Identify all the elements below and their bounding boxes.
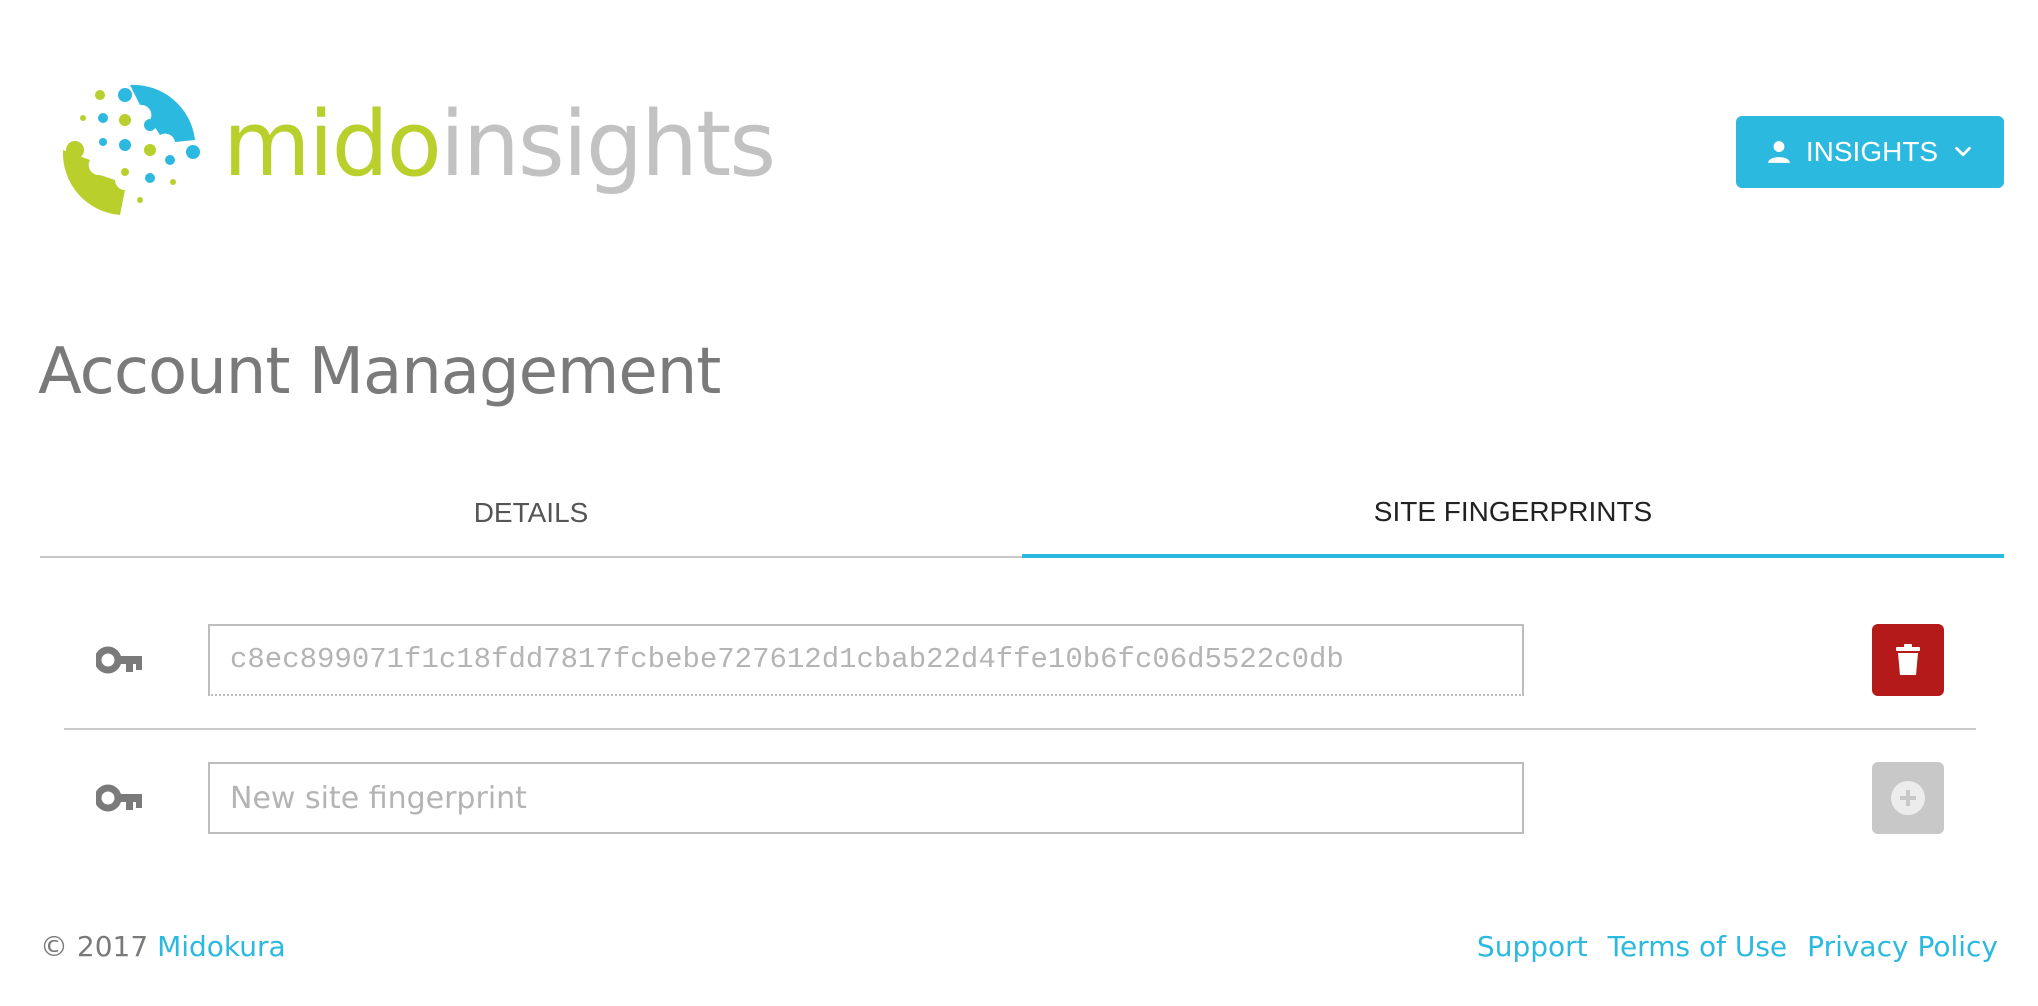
- new-fingerprint-field: [208, 762, 1524, 834]
- terms-of-use-link[interactable]: Terms of Use: [1608, 930, 1788, 963]
- delete-fingerprint-button[interactable]: [1872, 624, 1944, 696]
- add-fingerprint-button[interactable]: [1872, 762, 1944, 834]
- fingerprint-row: c8ec899071f1c18fdd7817fcbebe727612d1cbab…: [64, 624, 1976, 696]
- logo-text-mido: mido: [223, 92, 442, 197]
- fingerprint-value: c8ec899071f1c18fdd7817fcbebe727612d1cbab…: [230, 643, 1344, 676]
- page-title: Account Management: [38, 335, 721, 409]
- account-menu-label: INSIGHTS: [1805, 136, 1939, 167]
- logo-text-insights: insights: [439, 92, 776, 197]
- brand-logo[interactable]: midoinsights: [55, 80, 776, 240]
- plus-circle-icon: [1891, 781, 1925, 815]
- chevron-down-icon: [1955, 146, 1971, 157]
- copyright-text: © 2017: [40, 930, 149, 963]
- tab-bar: DETAILS SITE FINGERPRINTS: [40, 470, 2004, 558]
- row-divider: [64, 728, 1976, 730]
- company-link[interactable]: Midokura: [157, 930, 286, 963]
- support-link[interactable]: Support: [1477, 930, 1588, 963]
- new-fingerprint-input[interactable]: [230, 780, 1502, 816]
- privacy-policy-link[interactable]: Privacy Policy: [1807, 930, 1998, 963]
- logo-wordmark: midoinsights: [223, 100, 776, 190]
- footer-links: Support Terms of Use Privacy Policy: [1477, 930, 1998, 963]
- tab-site-fingerprints[interactable]: SITE FINGERPRINTS: [1022, 470, 2004, 558]
- fingerprint-field[interactable]: c8ec899071f1c18fdd7817fcbebe727612d1cbab…: [208, 624, 1524, 696]
- key-icon: [96, 784, 142, 812]
- key-icon: [96, 646, 142, 674]
- person-icon: [1768, 141, 1790, 163]
- tab-details[interactable]: DETAILS: [40, 470, 1022, 558]
- new-fingerprint-row: [64, 762, 1976, 834]
- footer-copyright: © 2017 Midokura: [40, 930, 286, 963]
- account-menu-button[interactable]: INSIGHTS: [1736, 116, 2004, 188]
- trash-icon: [1896, 644, 1920, 675]
- logo-mark-icon: [62, 84, 200, 215]
